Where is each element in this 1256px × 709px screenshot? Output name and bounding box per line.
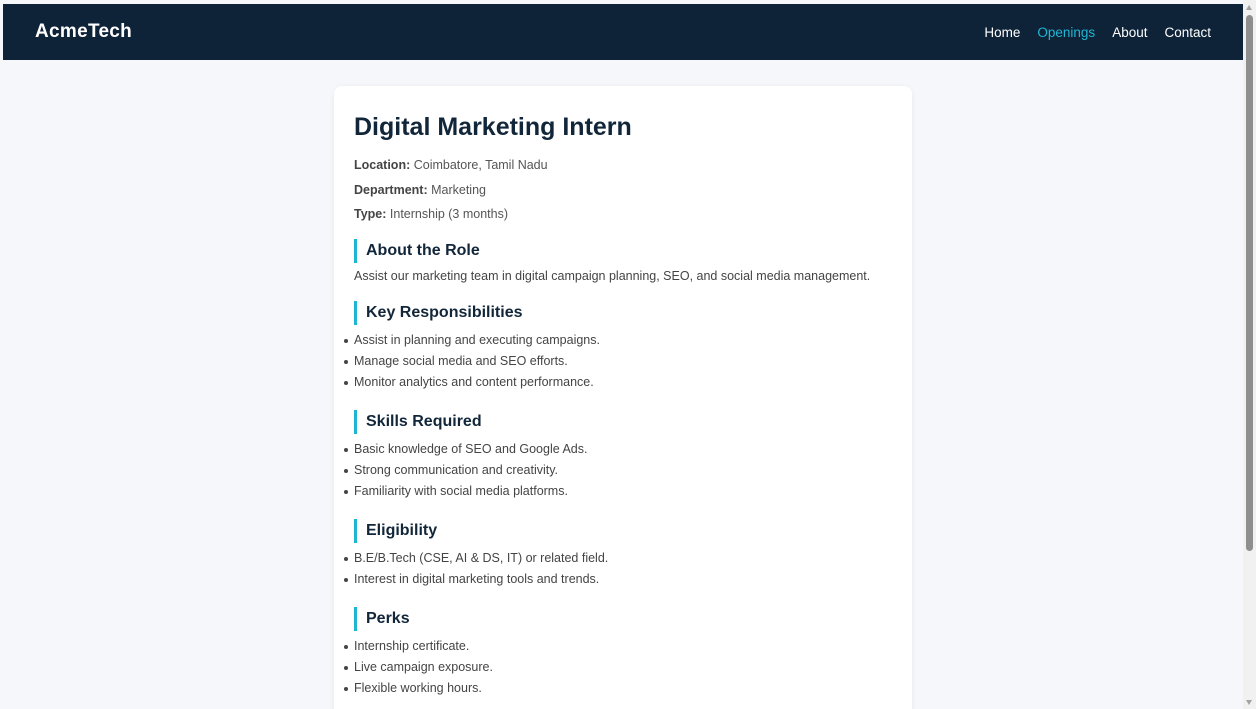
list-item: Flexible working hours.: [342, 678, 880, 699]
list-item: Basic knowledge of SEO and Google Ads.: [342, 439, 880, 460]
scrollbar-thumb[interactable]: [1246, 15, 1253, 551]
nav-link-about[interactable]: About: [1112, 25, 1147, 40]
meta-location-value: Coimbatore, Tamil Nadu: [413, 158, 548, 172]
section-heading-responsibilities: Key Responsibilities: [354, 301, 892, 325]
top-navbar: AcmeTech Home Openings About Contact: [3, 4, 1243, 60]
eligibility-list: B.E/B.Tech (CSE, AI & DS, IT) or related…: [342, 548, 880, 590]
vertical-scrollbar[interactable]: [1243, 0, 1256, 709]
list-item: Strong communication and creativity.: [342, 460, 880, 481]
job-detail-card: Digital Marketing Intern Location: Coimb…: [334, 86, 912, 709]
section-heading-eligibility: Eligibility: [354, 519, 892, 543]
meta-department-value: Marketing: [431, 182, 486, 197]
brand-logo[interactable]: AcmeTech: [35, 21, 132, 43]
list-item: Internship certificate.: [342, 636, 880, 657]
list-item: Monitor analytics and content performanc…: [342, 372, 880, 393]
meta-type-label: Type:: [354, 207, 387, 221]
scroll-up-arrow-icon[interactable]: [1246, 5, 1252, 10]
meta-department: Department: Marketing: [354, 182, 892, 198]
meta-type-value: Internship (3 months): [389, 207, 509, 221]
section-heading-skills: Skills Required: [354, 410, 892, 434]
list-item: Manage social media and SEO efforts.: [342, 351, 880, 372]
list-item: Familiarity with social media platforms.: [342, 481, 880, 502]
responsibilities-list: Assist in planning and executing campaig…: [342, 330, 880, 393]
browser-viewport: AcmeTech Home Openings About Contact Dig…: [0, 0, 1256, 709]
section-heading-perks: Perks: [354, 607, 892, 631]
nav-link-openings[interactable]: Openings: [1037, 25, 1095, 40]
meta-location: Location: Coimbatore, Tamil Nadu: [354, 157, 892, 173]
meta-type: Type: Internship (3 months): [354, 206, 892, 222]
nav-links: Home Openings About Contact: [967, 25, 1211, 40]
nav-link-contact[interactable]: Contact: [1164, 25, 1211, 40]
list-item: Assist in planning and executing campaig…: [342, 330, 880, 351]
section-heading-about: About the Role: [354, 239, 892, 263]
list-item: Interest in digital marketing tools and …: [342, 569, 880, 590]
list-item: Live campaign exposure.: [342, 657, 880, 678]
list-item: B.E/B.Tech (CSE, AI & DS, IT) or related…: [342, 548, 880, 569]
skills-list: Basic knowledge of SEO and Google Ads. S…: [342, 439, 880, 502]
job-title: Digital Marketing Intern: [354, 113, 632, 141]
perks-list: Internship certificate. Live campaign ex…: [342, 636, 880, 699]
meta-department-label: Department:: [354, 182, 428, 197]
nav-link-home[interactable]: Home: [984, 25, 1020, 40]
meta-location-label: Location:: [354, 158, 411, 172]
about-role-text: Assist our marketing team in digital cam…: [354, 269, 871, 283]
page: AcmeTech Home Openings About Contact Dig…: [3, 4, 1243, 709]
scroll-down-arrow-icon[interactable]: [1246, 700, 1252, 705]
